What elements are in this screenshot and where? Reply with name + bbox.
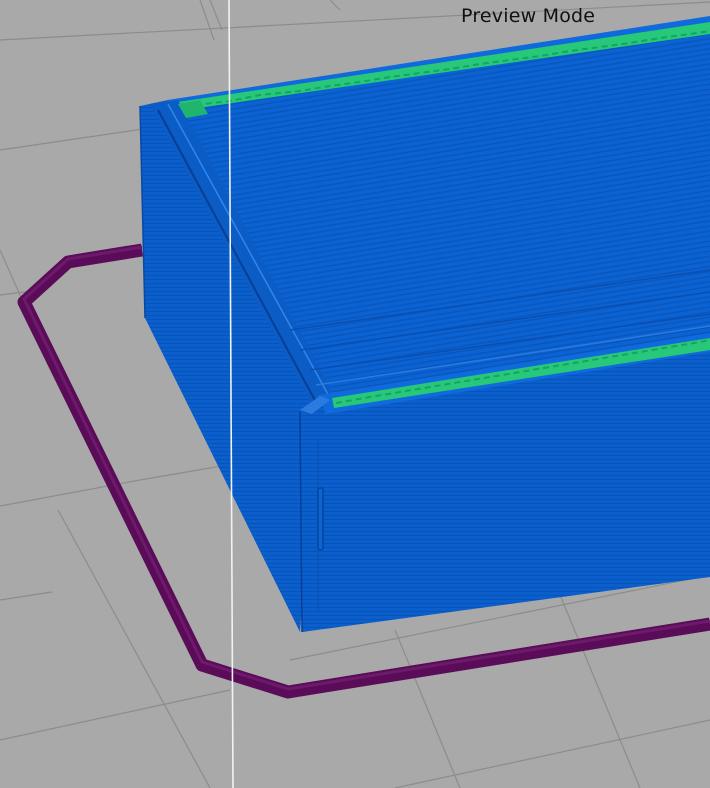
model-seam-mark [317, 487, 324, 551]
preview-mode-label: Preview Mode [461, 5, 596, 27]
3d-preview-viewport[interactable]: Preview Mode [0, 0, 710, 788]
preview-scene[interactable] [0, 0, 710, 788]
